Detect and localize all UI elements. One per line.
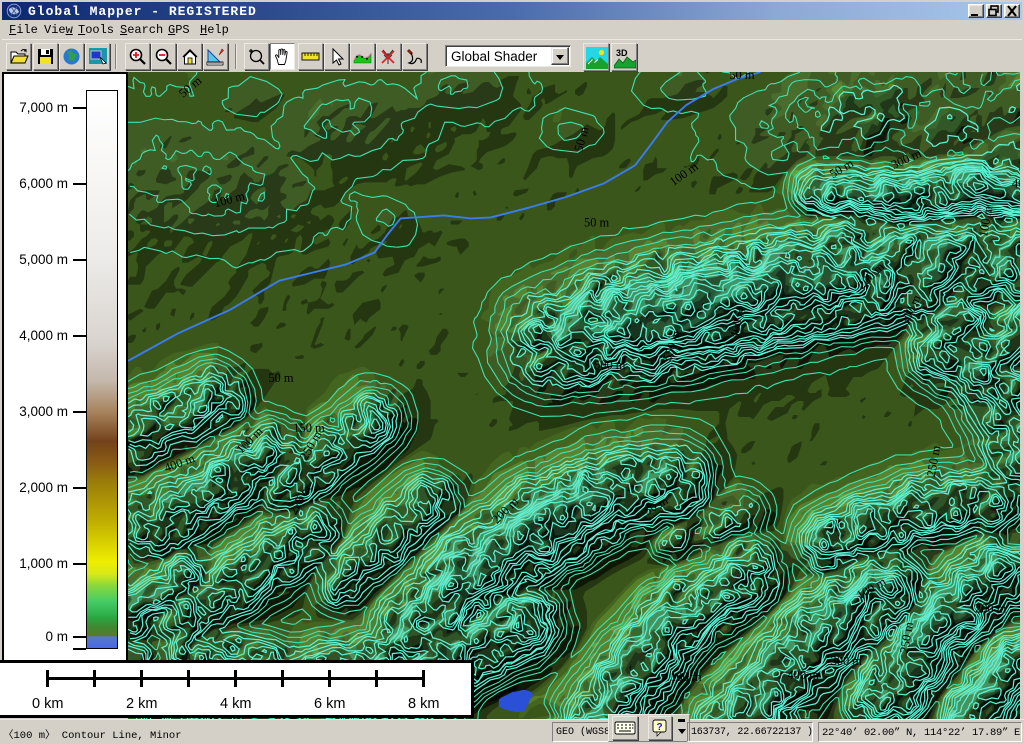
svg-text:50 m: 50 m [268, 371, 294, 385]
svg-text:200 m: 200 m [975, 602, 1007, 616]
svg-text:100 m: 100 m [670, 670, 702, 684]
svg-text:400 m: 400 m [787, 668, 819, 682]
svg-text:3D: 3D [616, 48, 628, 58]
svg-text:300 m: 300 m [831, 654, 863, 668]
svg-text:?: ? [657, 722, 663, 733]
svg-text:400: 400 [1012, 176, 1020, 190]
svg-text:500 m: 500 m [594, 358, 626, 372]
svg-text:50 m: 50 m [729, 72, 755, 82]
svg-text:50 m: 50 m [584, 215, 610, 229]
